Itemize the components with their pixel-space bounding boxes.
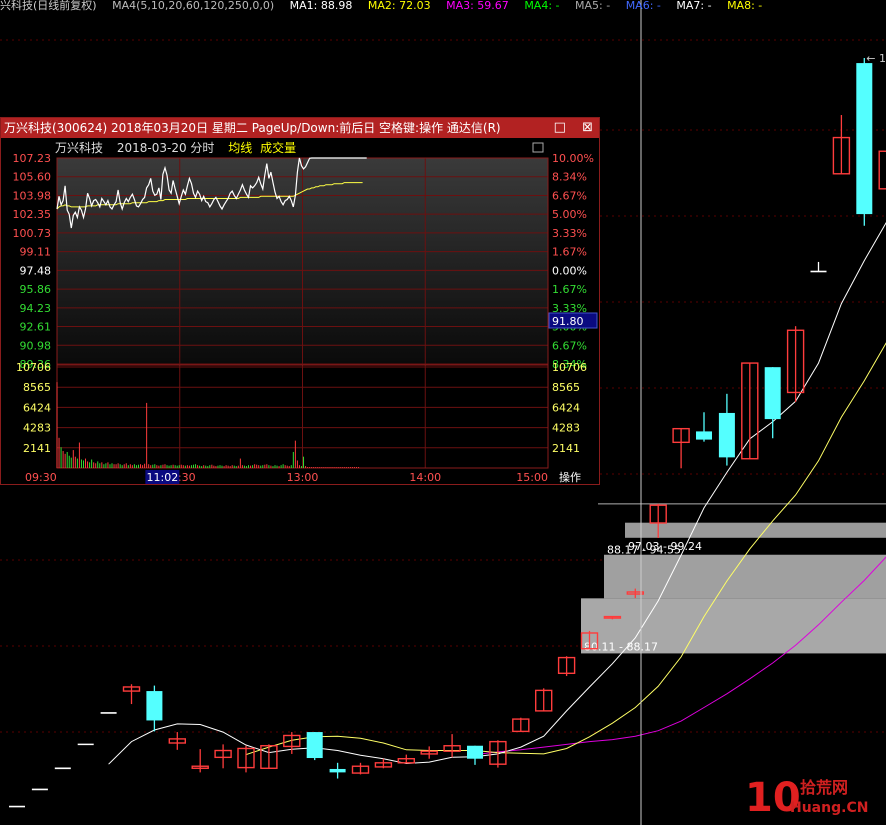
chart-title: 兴科技(日线前复权) (0, 0, 97, 12)
window-toggle-icon[interactable] (532, 142, 544, 153)
candle-body[interactable] (718, 412, 735, 458)
price-tick-label: 99.11 (20, 246, 52, 259)
high-price-label: ← 167.25 (866, 52, 886, 65)
price-tick-label: 105.60 (13, 171, 52, 184)
volume-tick-label: 6424 (552, 401, 580, 414)
ma4-label: MA4: - (524, 0, 560, 12)
pct-tick-label: 8.34% (552, 171, 587, 184)
intraday-popup[interactable]: 万兴科技(300624) 2018年03月20日 星期二 PageUp/Down… (0, 117, 600, 485)
price-tick-label: 97.48 (20, 264, 52, 277)
time-tick-label: 15:00 (516, 471, 548, 484)
ma1-label: MA1: 88.98 (289, 0, 353, 12)
ma6-label: MA6: - (625, 0, 661, 12)
intraday-subheader: 万兴科技 2018-03-20 分时 均线 成交量 (55, 139, 306, 156)
pct-tick-label: 10.00% (552, 152, 594, 165)
ma8-label: MA8: - (727, 0, 763, 12)
action-button[interactable]: 操作 (559, 470, 581, 484)
price-tick-label: 90.98 (20, 339, 52, 352)
volume-tick-label: 10706 (552, 361, 587, 374)
price-tick-label: 103.98 (13, 189, 52, 202)
volume-tick-label: 10706 (16, 361, 51, 374)
candle-body[interactable] (146, 691, 163, 721)
ma7-label: MA7: - (676, 0, 712, 12)
support-zone-2 (604, 554, 886, 599)
cursor-time-label: 11:02 (147, 471, 179, 484)
pct-tick-label: 1.67% (552, 283, 587, 296)
volume-tick-label: 8565 (552, 381, 580, 394)
price-tick-label: 100.73 (13, 227, 52, 240)
time-tick-label: 14:00 (409, 471, 441, 484)
volume-tick-label: 2141 (23, 442, 51, 455)
pct-tick-label: 6.67% (552, 339, 587, 352)
volume-tick-label: 4283 (23, 422, 51, 435)
watermark-site: Huang.CN (790, 800, 868, 816)
candle-body[interactable] (306, 732, 323, 759)
cursor-price-label: 91.80 (552, 315, 584, 328)
pct-tick-label: 1.67% (552, 246, 587, 259)
intraday-chart[interactable]: 107.23 105.60 103.98 102.35 100.73 99.11 97.48… (1, 118, 599, 484)
pct-tick-label: 3.33% (552, 227, 587, 240)
ma3-label: MA3: 59.67 (446, 0, 509, 12)
price-tick-label: 95.86 (20, 283, 52, 296)
volume-label: 成交量 (260, 141, 297, 155)
ma-params: MA4(5,10,20,60,120,250,0,0) (112, 0, 275, 12)
candle-body[interactable] (856, 63, 873, 215)
volume-tick-label: 6424 (23, 401, 51, 414)
pct-tick-label: 5.00% (552, 208, 587, 221)
candle-body[interactable] (467, 745, 483, 759)
volume-tick-label: 2141 (552, 442, 580, 455)
price-tick-label: 94.23 (20, 302, 52, 315)
avg-line-label: 均线 (228, 141, 253, 155)
stock-name: 万兴科技 (55, 141, 104, 155)
volume-tick-label: 4283 (552, 422, 580, 435)
candle-body[interactable] (696, 431, 712, 440)
pct-tick-label: 6.67% (552, 189, 587, 202)
candle-body[interactable] (878, 150, 886, 190)
volume-tick-label: 8565 (23, 381, 51, 394)
price-tick-label: 92.61 (20, 321, 52, 334)
price-tick-label: 102.35 (13, 208, 52, 221)
time-tick-label: 09:30 (25, 471, 57, 484)
watermark-brand: 拾荒网 (800, 778, 848, 797)
candle-body[interactable] (329, 768, 346, 773)
support-zone-1 (625, 522, 886, 538)
time-tick-label: 13:00 (287, 471, 319, 484)
ma-legend: 兴科技(日线前复权) MA4(5,10,20,60,120,250,0,0) M… (0, 0, 774, 12)
pct-tick-label: 0.00% (552, 264, 587, 277)
ma2-label: MA2: 72.03 (367, 0, 431, 12)
ma5-label: MA5: - (575, 0, 611, 12)
zone-label: 80.11 - 88.17 (584, 640, 658, 653)
price-tick-label: 107.23 (13, 152, 52, 165)
zone-label: 88.17 - 94.55 (607, 543, 681, 556)
intraday-date: 2018-03-20 分时 (116, 141, 215, 155)
candle-body[interactable] (764, 367, 781, 420)
